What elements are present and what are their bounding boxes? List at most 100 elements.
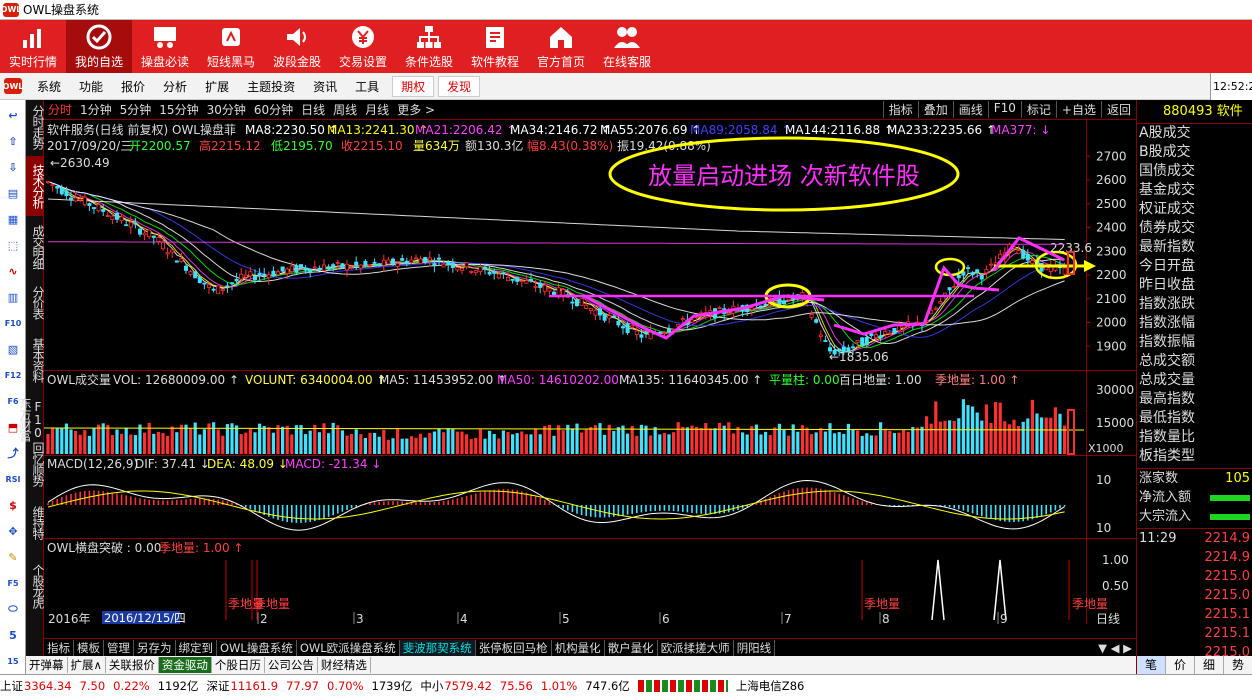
indicator-tab-0[interactable]: 指标	[44, 639, 74, 656]
indicator-tab-5[interactable]: OWL操盘系统	[217, 639, 297, 656]
left-tool-icon[interactable]: ✥	[4, 522, 22, 540]
left-tool-icon[interactable]: RSI	[4, 470, 22, 488]
menu-item-4[interactable]: 扩展	[196, 78, 238, 95]
left-tool-icon[interactable]: F12	[4, 366, 22, 384]
side-tab-2[interactable]: 成交明细	[26, 218, 45, 276]
indicator-tab-3[interactable]: 另存为	[134, 639, 176, 656]
menu-item-5[interactable]: 主题投资	[238, 78, 304, 95]
indicator-tab-10[interactable]: 散户量化	[605, 639, 658, 656]
left-tool-icon[interactable]: ⬚	[4, 236, 22, 254]
right-tab-2[interactable]: 细	[1195, 656, 1224, 674]
side-tab-3[interactable]: 分价表	[26, 278, 45, 326]
chart-tool-2[interactable]: 画线	[952, 101, 988, 118]
period-4[interactable]: 30分钟	[203, 101, 250, 118]
left-tool-icon[interactable]: $	[4, 496, 22, 514]
left-tool-icon[interactable]: ✎	[4, 548, 22, 566]
side-tab-6[interactable]: 回忆顺势	[26, 438, 45, 490]
side-tab-1[interactable]: 技术分析	[26, 156, 45, 216]
side-tab-0[interactable]: 分时走势	[26, 100, 45, 154]
toolbar-button-7[interactable]: 软件教程	[462, 20, 528, 73]
left-tool-icon[interactable]: ⇩	[4, 158, 22, 176]
menu-special-0[interactable]: 期权	[392, 75, 435, 97]
left-tool-icon[interactable]: ⇧	[4, 132, 22, 150]
candle-body	[639, 334, 644, 338]
right-tab-0[interactable]: 笔	[1137, 656, 1166, 674]
sub-tab-5[interactable]: 公司公告	[265, 657, 318, 673]
chart-tool-6[interactable]: 返回	[1100, 101, 1136, 118]
menu-item-7[interactable]: 工具	[346, 78, 388, 95]
period-1[interactable]: 1分钟	[76, 101, 116, 118]
chart-tool-3[interactable]: F10	[987, 101, 1021, 118]
right-tab-1[interactable]: 价	[1166, 656, 1195, 674]
toolbar-button-4[interactable]: 波段金股	[264, 20, 330, 73]
menu-item-2[interactable]: 报价	[112, 78, 154, 95]
home-icon	[550, 26, 572, 48]
left-tool-icon[interactable]: ⬭	[4, 600, 22, 618]
indicator-tab-12[interactable]: 阴阳线	[734, 639, 776, 656]
right-tab-3[interactable]: 势	[1224, 656, 1252, 674]
indicator-tab-2[interactable]: 管理	[104, 639, 134, 656]
chart-tool-4[interactable]: 标记	[1020, 101, 1056, 118]
menu-item-0[interactable]: 系统	[28, 78, 70, 95]
left-tool-icon[interactable]: ▧	[4, 340, 22, 358]
toolbar-button-8[interactable]: 官方首页	[528, 20, 594, 73]
left-tool-icon[interactable]: ⤴	[4, 444, 22, 462]
menu-item-3[interactable]: 分析	[154, 78, 196, 95]
toolbar-button-9[interactable]: 在线客服	[594, 20, 660, 73]
period-3[interactable]: 15分钟	[155, 101, 202, 118]
chart-area[interactable]: 1900 2000 2100 2200 2300 2400 2500 2600 2700 软件服务…	[44, 120, 1136, 624]
chart-tool-5[interactable]: +自选	[1055, 101, 1101, 118]
left-tool-icon[interactable]: 5	[4, 626, 22, 644]
toolbar-button-0[interactable]: 实时行情	[0, 20, 66, 73]
volume-bar	[773, 427, 777, 454]
period-5[interactable]: 60分钟	[250, 101, 297, 118]
left-tool-icon[interactable]: ∿	[4, 262, 22, 280]
indicator-tab-4[interactable]: 绑定到	[176, 639, 217, 656]
left-tool-icon[interactable]: 15	[4, 652, 22, 670]
menu-item-1[interactable]: 功能	[70, 78, 112, 95]
period-9[interactable]: 更多 >	[393, 101, 439, 118]
sub-tab-3[interactable]: 资金驱动	[158, 657, 212, 673]
candle-body	[823, 340, 828, 342]
toolbar-button-1[interactable]: 我的自选	[66, 20, 132, 73]
indicator-tab-8[interactable]: 张停板回马枪	[476, 639, 552, 656]
side-tab-5[interactable]: F10 东方财富	[18, 394, 45, 444]
indicator-tab-6[interactable]: OWL欧派操盘系统	[297, 639, 400, 656]
toolbar-button-3[interactable]: 短线黑马	[198, 20, 264, 73]
indicator-tab-9[interactable]: 机构量化	[552, 639, 605, 656]
left-tool-icon[interactable]: F5	[4, 574, 22, 592]
left-tool-icon[interactable]: ▦	[4, 210, 22, 228]
chart-tool-0[interactable]: 指标	[882, 101, 918, 118]
toolbar-button-2[interactable]: 操盘必读	[132, 20, 198, 73]
period-0[interactable]: 分时	[44, 101, 76, 118]
candle-body	[119, 216, 124, 222]
indicator-tab-7[interactable]: 斐波那契系统	[399, 639, 476, 656]
side-tab-4[interactable]: 基本资料	[26, 328, 45, 392]
net-in-label: 净流入额	[1139, 490, 1192, 505]
sub-tab-4[interactable]: 个股日历	[212, 657, 265, 673]
side-tab-8[interactable]: 个股龙虎	[26, 556, 45, 616]
sub-tab-1[interactable]: 扩展∧	[68, 657, 106, 673]
period-8[interactable]: 月线	[361, 101, 393, 118]
side-tab-7[interactable]: 维持特	[26, 494, 45, 550]
menu-special-1[interactable]: 发现	[438, 75, 481, 97]
toolbar-button-5[interactable]: 交易设置	[330, 20, 396, 73]
toolbar-button-6[interactable]: 条件选股	[396, 20, 462, 73]
left-tool-icon[interactable]: F10	[4, 314, 22, 332]
tabs-scroll-arrows[interactable]: ▼ ◀ ▶	[1098, 641, 1136, 655]
sub-tab-0[interactable]: 开弹幕	[26, 657, 68, 673]
menu-item-6[interactable]: 资讯	[304, 78, 346, 95]
left-tool-icon[interactable]: ↩	[4, 106, 22, 124]
chart-tool-1[interactable]: 叠加	[917, 101, 953, 118]
sub-tab-2[interactable]: 关联报价	[106, 657, 159, 673]
volume-bar	[925, 416, 929, 454]
left-tool-icon[interactable]: ▥	[4, 288, 22, 306]
period-7[interactable]: 周线	[329, 101, 361, 118]
period-2[interactable]: 5分钟	[116, 101, 156, 118]
indicator-tab-1[interactable]: 模板	[74, 639, 104, 656]
left-tool-icon[interactable]: ▤	[4, 184, 22, 202]
sub-tab-6[interactable]: 财经精选	[318, 657, 371, 673]
period-6[interactable]: 日线	[297, 101, 329, 118]
candle-body	[809, 314, 814, 318]
indicator-tab-11[interactable]: 欧派揉搓大师	[658, 639, 734, 656]
